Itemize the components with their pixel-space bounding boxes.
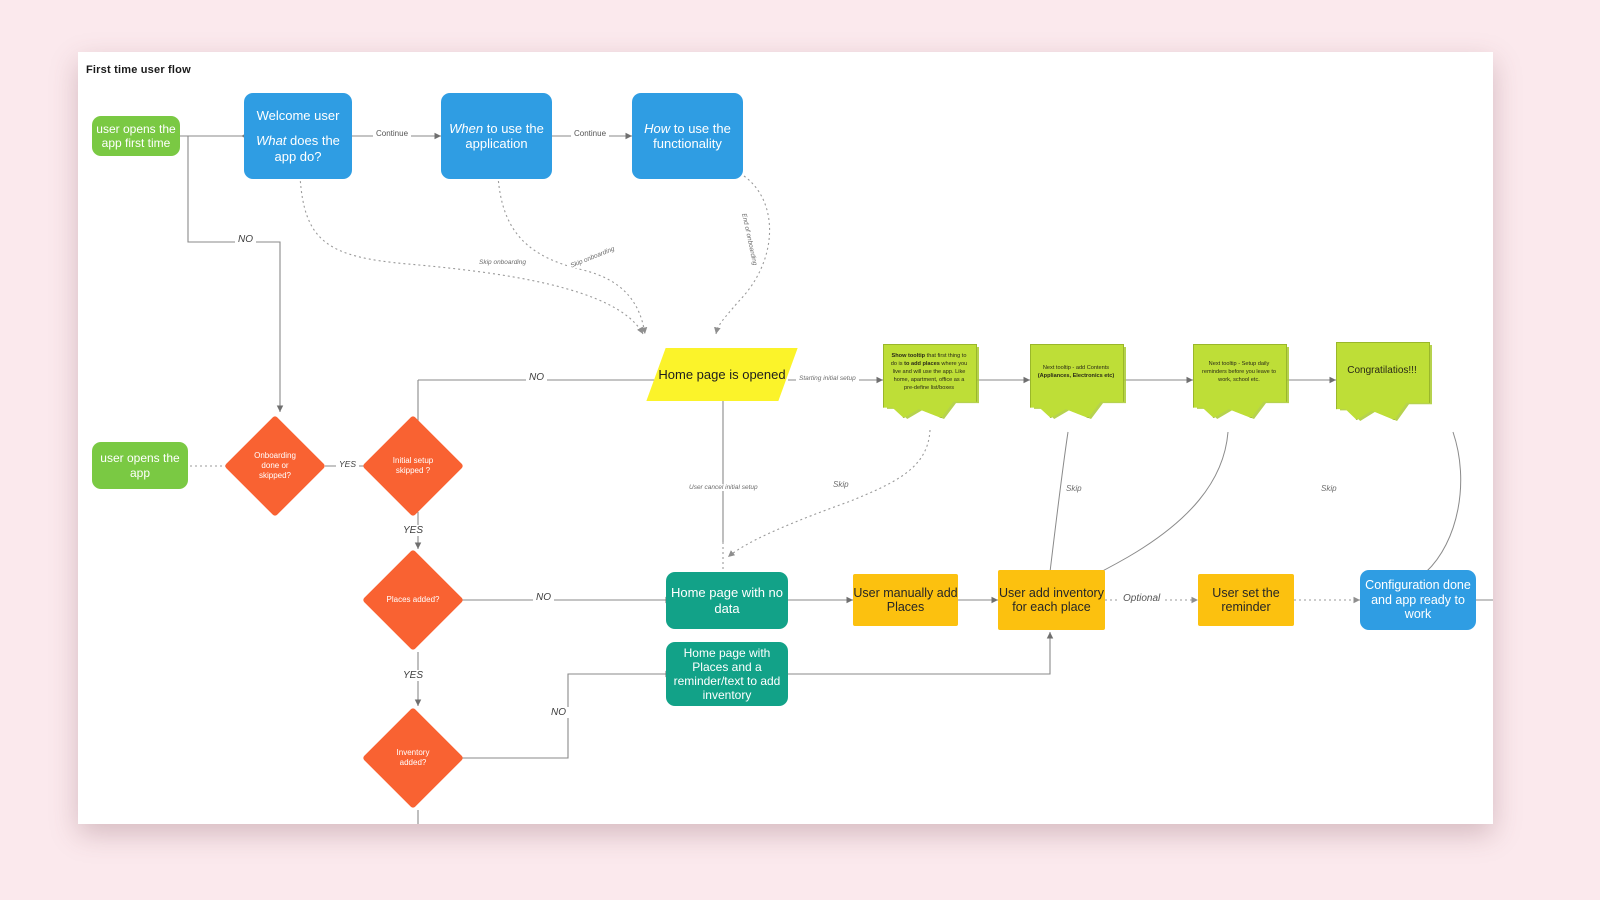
decision-label: Initial setup skipped ? [392, 456, 434, 475]
decision-places-added[interactable]: Places added? [362, 549, 464, 651]
node-title: Welcome user [256, 108, 340, 123]
node-label: Home page with no data [670, 585, 783, 616]
edge-label-optional: Optional [1120, 593, 1164, 604]
screenshot-stage: First time user flow user opens the app … [0, 0, 1600, 900]
edge-label-continue-1: Continue [373, 129, 412, 138]
node-home-page-with-places[interactable]: Home page with Places and a reminder/tex… [666, 642, 788, 706]
note-show-tooltip-add-places[interactable]: Show tooltip that first thing to do is t… [883, 344, 979, 419]
decision-label: Onboarding done or skipped? [254, 451, 296, 480]
edge-label-no-2: NO [526, 372, 547, 383]
note-text: Next tooltip - Setup daily reminders bef… [1201, 360, 1276, 383]
node-home-page-is-opened[interactable]: Home page is opened [646, 348, 798, 401]
node-start-returning-user[interactable]: user opens the app [92, 442, 188, 489]
node-start-first-time[interactable]: user opens the app first time [92, 116, 180, 156]
edge-label-skip-1: Skip [830, 480, 852, 489]
decision-inventory-added[interactable]: Inventory added? [362, 707, 464, 809]
edge-label-skip-3: Skip [1318, 484, 1340, 493]
node-label: Home page with Places and a reminder/tex… [673, 645, 781, 703]
edge-label-user-cancel-initial-setup: User cancel initial setup [686, 484, 761, 491]
edge-label-skip-onboarding-1: Skip onboarding [476, 259, 529, 266]
note-congratulations[interactable]: Congratilatios!!! [1336, 342, 1432, 421]
node-subtitle: What does the app do? [256, 133, 340, 164]
note-text: Show tooltip that first thing to do is t… [890, 352, 968, 392]
diagram-canvas[interactable]: First time user flow user opens the app … [78, 52, 1493, 824]
edge-label-continue-2: Continue [571, 129, 610, 138]
node-configuration-done[interactable]: Configuration done and app ready to work [1360, 570, 1476, 630]
node-label: User add inventory for each place [999, 586, 1104, 614]
node-home-page-no-data[interactable]: Home page with no data [666, 572, 788, 629]
node-user-set-reminder[interactable]: User set the reminder [1198, 574, 1294, 626]
node-label: user opens the app [100, 451, 180, 480]
node-label: Configuration done and app ready to work [1365, 577, 1471, 622]
node-user-manually-add-places[interactable]: User manually add Places [853, 574, 958, 626]
node-when-to-use[interactable]: When to use the application [441, 93, 552, 179]
edge-label-yes-2: YES [400, 525, 427, 536]
node-label: User set the reminder [1212, 586, 1280, 614]
node-label: user opens the app first time [96, 121, 176, 150]
edge-label-skip-2: Skip [1063, 484, 1085, 493]
edge-label-no-1: NO [235, 234, 256, 245]
node-user-add-inventory[interactable]: User add inventory for each place [998, 570, 1105, 630]
edge-label-yes-1: YES [336, 459, 360, 469]
decision-initial-setup-skipped[interactable]: Initial setup skipped ? [362, 415, 464, 517]
decision-label: Places added? [386, 595, 440, 604]
note-next-tooltip-setup-reminders[interactable]: Next tooltip - Setup daily reminders bef… [1193, 344, 1289, 419]
decision-label: Inventory added? [396, 748, 430, 767]
node-welcome-user[interactable]: Welcome user What does the app do? [244, 93, 352, 179]
node-label: User manually add Places [853, 586, 958, 614]
decision-onboarding-done-or-skipped[interactable]: Onboarding done or skipped? [224, 415, 326, 517]
note-text: Congratilatios!!! [1347, 365, 1417, 377]
edge-label-starting-initial-setup: Starting initial setup [796, 375, 859, 382]
edge-label-no-3: NO [533, 592, 554, 603]
note-next-tooltip-add-contents[interactable]: Next tooltip - add Contents (Appliances,… [1030, 344, 1126, 419]
edge-label-no-4: NO [548, 707, 569, 718]
node-label: Home page is opened [658, 366, 786, 382]
node-label: When to use the application [449, 120, 544, 151]
note-text: Next tooltip - add Contents (Appliances,… [1037, 364, 1115, 379]
node-how-to-use[interactable]: How to use the functionality [632, 93, 743, 179]
edge-label-yes-3: YES [400, 670, 427, 681]
node-label: How to use the functionality [644, 120, 731, 151]
